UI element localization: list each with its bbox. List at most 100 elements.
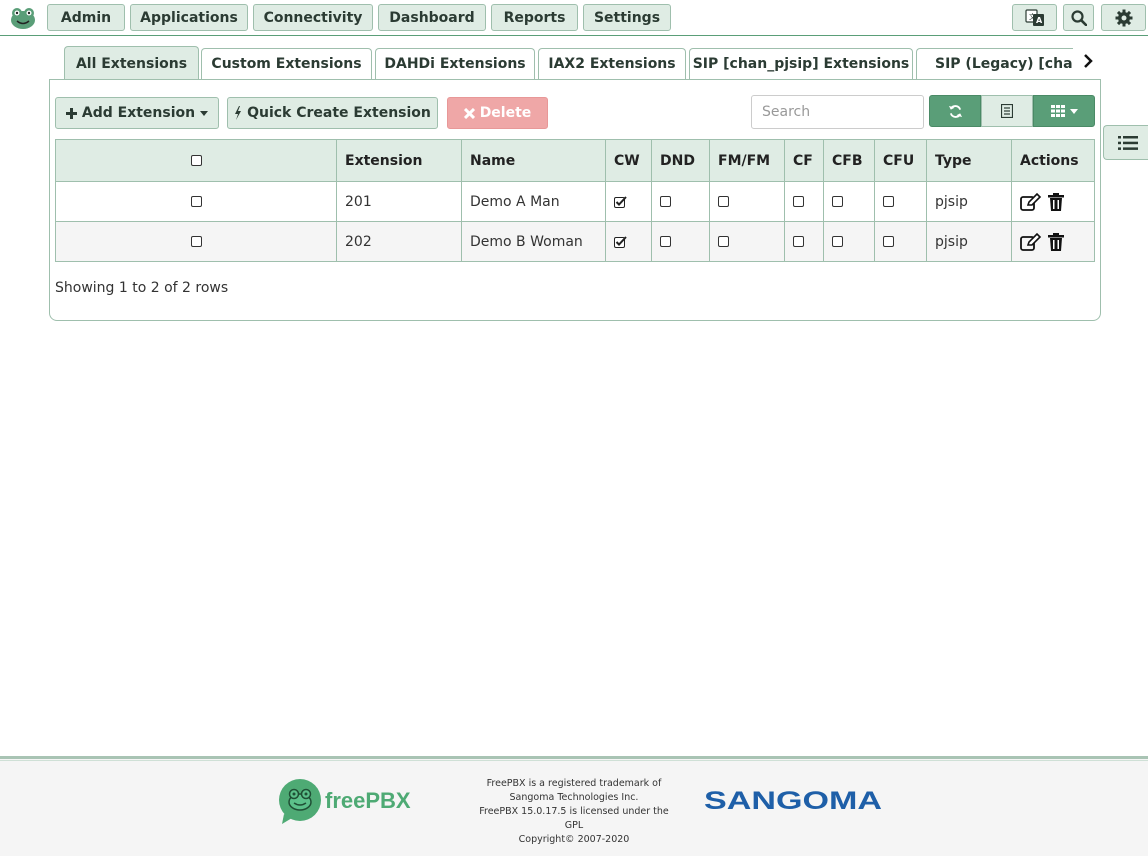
select-all-header <box>55 139 337 182</box>
extension-type: pjsip <box>935 193 968 210</box>
nav-applications-label: Applications <box>140 9 238 26</box>
cw-cell <box>605 221 652 262</box>
cw-cell <box>605 181 652 222</box>
cfu-checkbox[interactable] <box>883 236 894 247</box>
add-extension-label: Add Extension <box>81 105 196 121</box>
table-header-row: Extension Name CW DND FM/FM CF CFB CFU T… <box>55 139 1095 182</box>
actions-cell <box>1011 181 1095 222</box>
nav-reports[interactable]: Reports <box>491 4 578 31</box>
search-button[interactable] <box>1063 4 1094 31</box>
tab-sip-pjsip-extensions[interactable]: SIP [chan_pjsip] Extensions <box>689 48 913 79</box>
sangoma-logo-text: SANGOMA <box>704 787 882 814</box>
delete-button[interactable]: Delete <box>447 97 548 129</box>
footer-line: Copyright© 2007-2020 <box>518 834 630 845</box>
table-row: 201 Demo A Man pjsip <box>55 181 1095 222</box>
col-name[interactable]: Name <box>461 139 606 182</box>
type-cell: pjsip <box>926 221 1012 262</box>
fmfm-checkbox[interactable] <box>718 236 729 247</box>
footer-legal-text: FreePBX is a registered trademark of San… <box>476 777 672 847</box>
cfu-cell <box>874 181 927 222</box>
tab-label: DAHDi Extensions <box>384 56 526 72</box>
cfb-checkbox[interactable] <box>832 236 843 247</box>
col-cw: CW <box>605 139 652 182</box>
tab-label: IAX2 Extensions <box>548 56 676 72</box>
side-menu-toggle[interactable] <box>1103 125 1148 160</box>
col-cfb: CFB <box>823 139 875 182</box>
fmfm-cell <box>709 181 785 222</box>
close-icon <box>463 107 475 119</box>
extension-type: pjsip <box>935 233 968 250</box>
edit-icon[interactable] <box>1020 232 1042 251</box>
toggle-view-button[interactable] <box>981 95 1033 127</box>
nav-settings[interactable]: Settings <box>583 4 671 31</box>
tab-dahdi-extensions[interactable]: DAHDi Extensions <box>375 48 535 79</box>
freepbx-logo[interactable]: freePBX <box>278 778 428 824</box>
cf-cell <box>784 181 824 222</box>
nav-applications[interactable]: Applications <box>130 4 248 31</box>
dnd-cell <box>651 221 710 262</box>
select-all-checkbox[interactable] <box>190 155 202 166</box>
cfb-cell <box>823 181 875 222</box>
freepbx-frog-icon[interactable] <box>9 6 37 30</box>
tab-label: All Extensions <box>75 55 188 72</box>
type-cell: pjsip <box>926 181 1012 222</box>
tab-iax2-extensions[interactable]: IAX2 Extensions <box>538 48 686 79</box>
tab-custom-extensions[interactable]: Custom Extensions <box>201 48 372 79</box>
dnd-checkbox[interactable] <box>660 196 671 207</box>
cw-checkbox[interactable] <box>614 235 627 248</box>
nav-admin[interactable]: Admin <box>47 4 125 31</box>
name-cell: Demo A Man <box>461 181 606 222</box>
nav-connectivity[interactable]: Connectivity <box>253 4 373 31</box>
language-button[interactable]: 文 A <box>1012 4 1057 31</box>
trash-icon[interactable] <box>1048 232 1064 251</box>
cfu-checkbox[interactable] <box>883 196 894 207</box>
quick-create-label: Quick Create Extension <box>247 105 431 121</box>
extension-tabs: All Extensions Custom Extensions DAHDi E… <box>0 46 1148 80</box>
edit-icon[interactable] <box>1020 192 1042 211</box>
cf-checkbox[interactable] <box>793 196 804 207</box>
extension-cell: 202 <box>336 221 462 262</box>
fmfm-checkbox[interactable] <box>718 196 729 207</box>
svg-text:文: 文 <box>1029 12 1036 21</box>
nav-reports-label: Reports <box>503 9 566 26</box>
tab-sip-legacy-extensions[interactable]: SIP (Legacy) [chan_sip] Extensions <box>916 48 1073 79</box>
search-input[interactable] <box>751 95 924 129</box>
extension-name: Demo A Man <box>470 193 560 210</box>
actions-cell <box>1011 221 1095 262</box>
col-extension[interactable]: Extension <box>336 139 462 182</box>
cfb-checkbox[interactable] <box>832 196 843 207</box>
nav-settings-label: Settings <box>593 9 661 26</box>
row-select-checkbox[interactable] <box>190 196 202 207</box>
trash-icon[interactable] <box>1048 192 1064 211</box>
tab-all-extensions[interactable]: All Extensions <box>64 46 199 80</box>
tabs-scroll-right-icon[interactable] <box>1081 53 1095 69</box>
sangoma-logo[interactable]: SANGOMA <box>704 786 884 815</box>
footer-line: Sangoma Technologies Inc. <box>509 792 639 803</box>
dnd-checkbox[interactable] <box>660 236 671 247</box>
cw-checkbox[interactable] <box>614 195 627 208</box>
settings-button[interactable] <box>1101 4 1146 31</box>
col-cfu: CFU <box>874 139 927 182</box>
tab-label: SIP (Legacy) [chan_sip] Extensions <box>935 56 1073 72</box>
footer-divider <box>0 760 1148 761</box>
tab-label: Custom Extensions <box>211 56 362 72</box>
extension-name: Demo B Woman <box>470 233 583 250</box>
cf-checkbox[interactable] <box>793 236 804 247</box>
plus-icon <box>65 107 77 119</box>
footer-line: FreePBX is a registered trademark of <box>486 778 662 789</box>
refresh-icon <box>948 104 962 118</box>
table-body: 201 Demo A Man pjsip 202 Demo B Woman pjsip <box>55 181 1095 262</box>
add-extension-button[interactable]: Add Extension <box>55 97 219 129</box>
gear-icon <box>1115 9 1132 26</box>
freepbx-logo-text: freePBX <box>325 788 411 813</box>
col-type[interactable]: Type <box>926 139 1012 182</box>
refresh-button[interactable] <box>929 95 981 127</box>
svg-text:A: A <box>1036 16 1043 25</box>
quick-create-extension-button[interactable]: Quick Create Extension <box>227 97 438 129</box>
row-select-checkbox[interactable] <box>190 236 202 247</box>
cfb-cell <box>823 221 875 262</box>
col-fmfm: FM/FM <box>709 139 785 182</box>
nav-dashboard[interactable]: Dashboard <box>378 4 486 31</box>
columns-button[interactable] <box>1033 95 1095 127</box>
grid-icon <box>1050 105 1065 117</box>
